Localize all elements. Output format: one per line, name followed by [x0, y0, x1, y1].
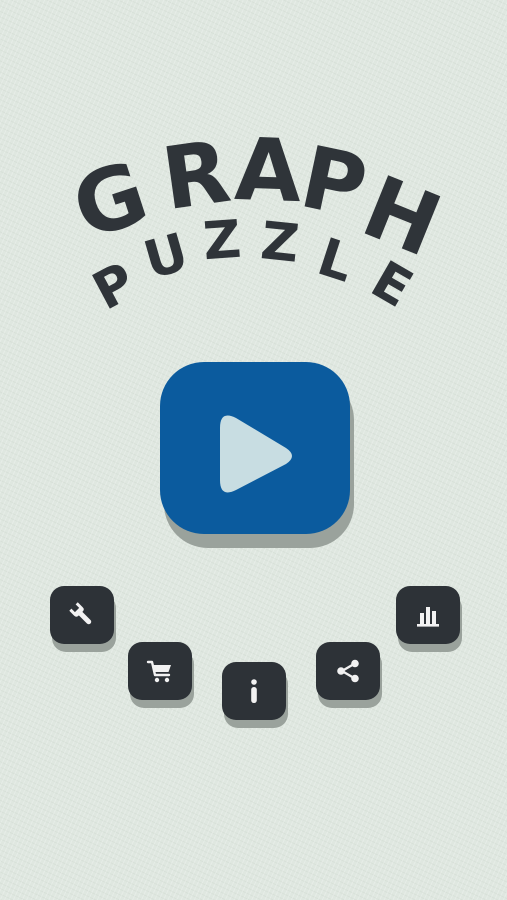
title-letter-u: U: [138, 222, 195, 291]
wrench-icon: [69, 602, 92, 625]
play-button[interactable]: [160, 362, 350, 534]
settings-button[interactable]: [50, 586, 116, 652]
info-button-face[interactable]: [222, 662, 286, 720]
shopping-cart-icon: [146, 660, 171, 683]
shop-button[interactable]: [128, 642, 194, 708]
settings-button-face[interactable]: [50, 586, 114, 644]
title-letter-p2: P: [84, 251, 146, 322]
bar-chart-icon: [417, 607, 439, 627]
game-title: G R A P H P U Z Z L E: [61, 120, 453, 322]
title-letter-a: A: [233, 120, 303, 222]
stats-button[interactable]: [396, 586, 462, 652]
title-letter-z2: Z: [258, 211, 302, 275]
shop-button-face[interactable]: [128, 642, 192, 700]
title-letter-l: L: [311, 227, 361, 294]
stats-button-face[interactable]: [396, 586, 460, 644]
play-icon: [220, 415, 292, 493]
title-letter-z1: Z: [201, 210, 243, 272]
info-icon: [251, 679, 257, 703]
share-button-face[interactable]: [316, 642, 380, 700]
share-button[interactable]: [316, 642, 382, 708]
share-icon: [337, 659, 359, 683]
info-button[interactable]: [222, 662, 288, 728]
